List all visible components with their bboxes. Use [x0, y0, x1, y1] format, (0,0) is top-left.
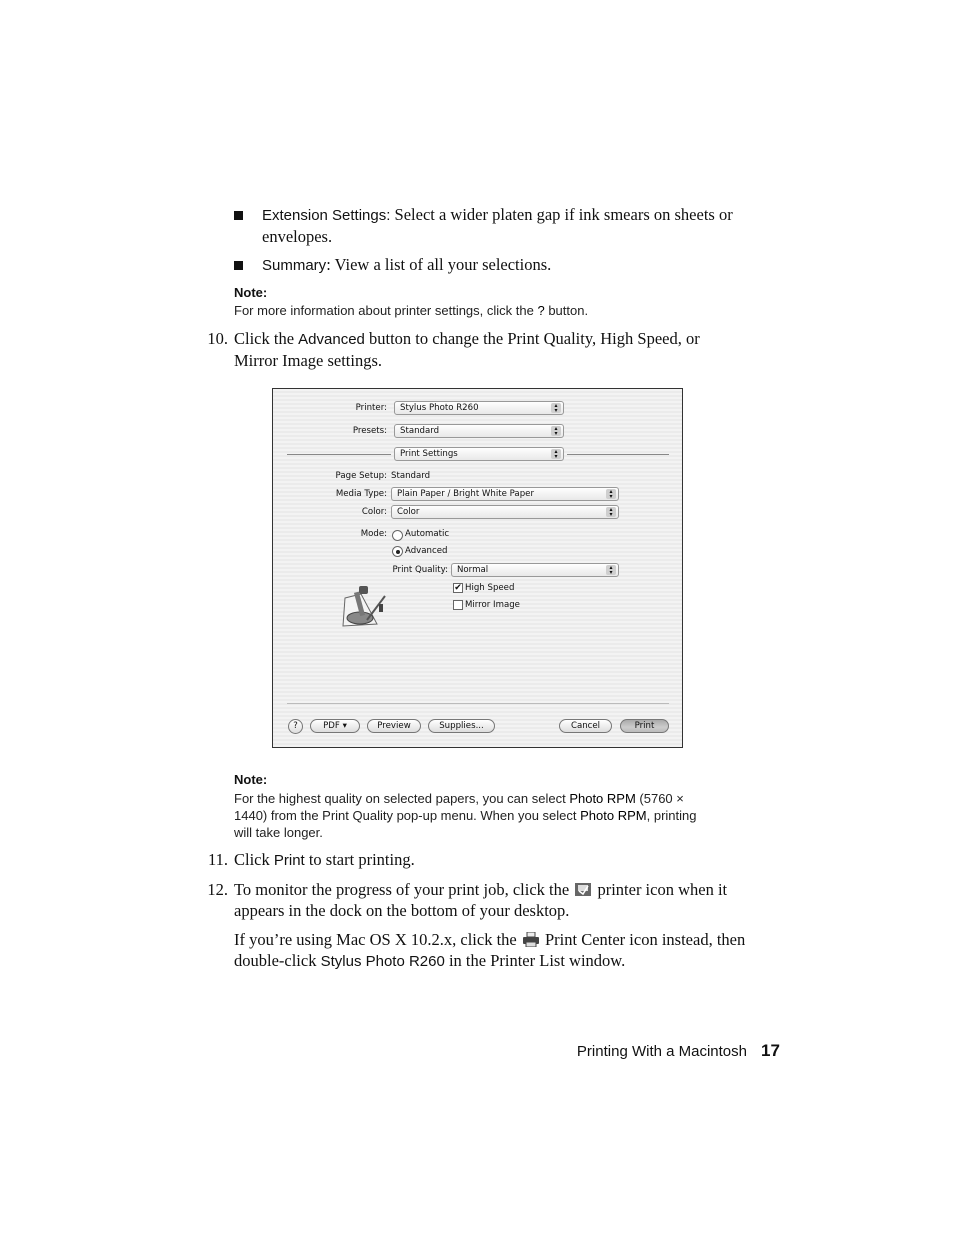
- page-setup-value: Standard: [391, 471, 431, 481]
- text: Print Center icon instead, then: [540, 930, 746, 949]
- panel-popup[interactable]: Print Settings ▴ ▾: [394, 447, 564, 461]
- bullet-marker: [234, 211, 243, 220]
- text: , printing: [646, 808, 697, 823]
- text: Select a wider platen gap if ink smears …: [390, 205, 733, 224]
- text: will take longer.: [234, 825, 323, 840]
- text: To monitor the progress of your print jo…: [234, 880, 574, 899]
- high-speed-label: High Speed: [465, 583, 515, 593]
- text: button.: [544, 303, 589, 318]
- page-number: 17: [761, 1041, 780, 1060]
- footer-section-title: Printing With a Macintosh: [576, 1043, 747, 1060]
- text: appears in the dock on the bottom of you…: [234, 901, 570, 920]
- mode-advanced-radio[interactable]: [392, 546, 403, 557]
- presets-label: Presets:: [352, 426, 387, 436]
- mode-label: Mode:: [360, 529, 387, 539]
- updown-arrows-icon: ▴ ▾: [606, 565, 616, 576]
- text: : View a list of all your selections.: [326, 255, 552, 274]
- media-type-label: Media Type:: [335, 489, 387, 499]
- mode-automatic-label: Automatic: [405, 529, 450, 539]
- help-button[interactable]: ?: [288, 719, 303, 734]
- note-text: For the highest quality on selected pape…: [234, 790, 754, 841]
- ui-term: ?: [537, 303, 545, 318]
- media-type-popup[interactable]: Plain Paper / Bright White Paper ▴ ▾: [391, 487, 619, 501]
- note-text: For more information about printer setti…: [234, 302, 588, 319]
- mirror-image-checkbox[interactable]: [453, 600, 463, 610]
- color-label: Color:: [361, 507, 387, 517]
- updown-arrows-icon: ▴ ▾: [606, 507, 616, 518]
- value: Print Settings: [400, 449, 458, 459]
- mirror-image-label: Mirror Image: [465, 600, 520, 610]
- text: 1440) from the Print Quality pop-up menu…: [234, 808, 581, 823]
- text: If you’re using Mac OS X 10.2.x, click t…: [234, 930, 521, 949]
- divider: [287, 454, 391, 455]
- page-setup-label: Page Setup:: [335, 471, 387, 481]
- text: printer icon when it: [593, 880, 728, 899]
- printer-label: Printer:: [355, 403, 387, 413]
- print-dialog-screenshot: Printer: Stylus Photo R260 ▴ ▾ Presets: St…: [272, 388, 683, 748]
- pdf-button[interactable]: PDF ▾: [310, 719, 360, 733]
- term: Summary: [262, 257, 327, 274]
- print-quality-label: Print Quality:: [392, 565, 448, 575]
- step-number: 10.: [207, 329, 228, 348]
- note-heading: Note:: [234, 285, 268, 300]
- note-heading: Note:: [234, 772, 268, 787]
- text: envelopes.: [262, 227, 333, 246]
- updown-arrows-icon: ▴ ▾: [551, 449, 561, 460]
- paragraph-print-center: If you’re using Mac OS X 10.2.x, click t…: [234, 929, 745, 972]
- epson-printer-icon: [342, 586, 386, 627]
- value: Plain Paper / Bright White Paper: [397, 489, 534, 499]
- text: For the highest quality on selected pape…: [234, 791, 570, 806]
- step-number: 11.: [207, 850, 228, 869]
- color-popup[interactable]: Color ▴ ▾: [391, 505, 619, 519]
- bullet-extension-settings: Extension Settings: Select a wider plate…: [262, 204, 733, 247]
- cancel-button[interactable]: Cancel: [559, 719, 612, 733]
- value: Stylus Photo R260: [400, 403, 479, 413]
- ui-term: Photo RPM: [580, 808, 647, 823]
- ui-term: Stylus Photo R260: [320, 953, 445, 970]
- printer-dock-icon: [575, 883, 592, 896]
- ui-term: Print: [273, 852, 305, 869]
- text: in the Printer List window.: [444, 951, 626, 970]
- printer-popup[interactable]: Stylus Photo R260 ▴ ▾: [394, 401, 564, 415]
- updown-arrows-icon: ▴ ▾: [551, 403, 561, 414]
- text: (5760 ×: [635, 791, 684, 806]
- divider: [287, 703, 669, 704]
- text: double-click: [234, 951, 321, 970]
- step-number: 12.: [207, 880, 228, 899]
- ui-term: Advanced: [298, 331, 365, 348]
- text: button to change the Print Quality, High…: [364, 329, 700, 348]
- updown-arrows-icon: ▴ ▾: [606, 489, 616, 500]
- term: Extension Settings:: [262, 207, 391, 224]
- divider: [567, 454, 669, 455]
- print-button[interactable]: Print: [620, 719, 669, 733]
- bullet-marker: [234, 261, 243, 270]
- supplies-button[interactable]: Supplies...: [428, 719, 495, 733]
- text: For more information about printer setti…: [234, 303, 538, 318]
- text: Click the: [234, 329, 299, 348]
- presets-popup[interactable]: Standard ▴ ▾: [394, 424, 564, 438]
- value: Color: [397, 507, 420, 517]
- value: Normal: [457, 565, 489, 575]
- updown-arrows-icon: ▴ ▾: [551, 426, 561, 437]
- high-speed-checkbox[interactable]: ✔: [453, 583, 463, 593]
- ui-term: Photo RPM: [569, 791, 636, 806]
- preview-button[interactable]: Preview: [367, 719, 421, 733]
- bullet-summary: Summary: View a list of all your selecti…: [262, 254, 551, 276]
- mode-advanced-label: Advanced: [405, 546, 448, 556]
- mode-automatic-radio[interactable]: [392, 530, 403, 541]
- print-center-icon: [522, 932, 539, 947]
- text: to start printing.: [304, 850, 415, 869]
- text: Click: [234, 850, 274, 869]
- print-quality-popup[interactable]: Normal ▴ ▾: [451, 563, 619, 577]
- text: Mirror Image settings.: [234, 351, 383, 370]
- value: Standard: [400, 426, 440, 436]
